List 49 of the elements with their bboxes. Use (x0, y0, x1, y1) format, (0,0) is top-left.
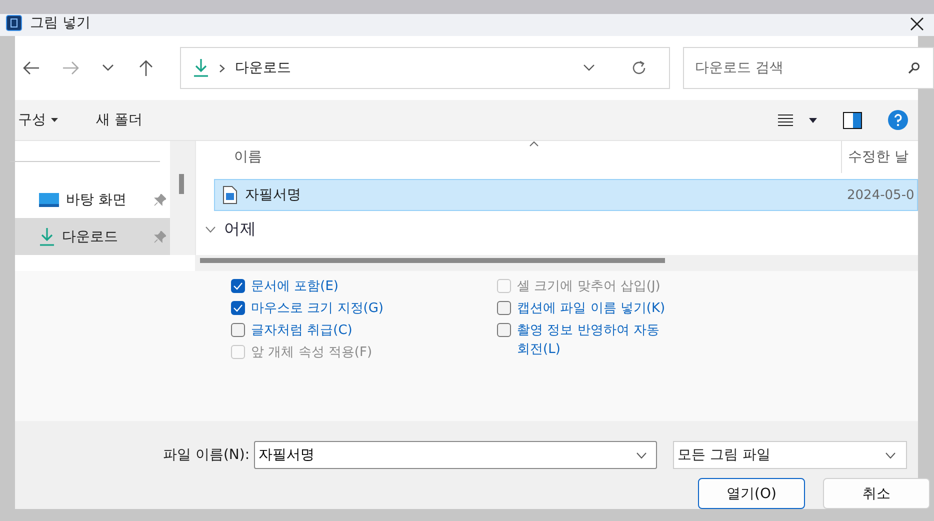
file-type-dropdown[interactable]: 모든 그림 파일 (672, 441, 907, 469)
scrollbar-thumb[interactable] (200, 258, 665, 263)
download-icon (39, 226, 55, 247)
desktop-icon (39, 192, 59, 208)
sort-up-icon (529, 141, 539, 147)
checkbox-option[interactable]: 문서에 포함(E) (231, 277, 401, 296)
search-icon (908, 62, 920, 74)
group-header: 어제 (224, 219, 256, 240)
chevron-down-icon[interactable] (205, 226, 216, 233)
pin-icon[interactable] (154, 194, 166, 206)
address-bar[interactable]: 다운로드 (180, 47, 670, 89)
check-icon (233, 282, 243, 290)
checkbox-option[interactable]: 촬영 정보 반영하여 자동 회전(L) (497, 321, 667, 359)
chevron-right-icon (219, 64, 225, 72)
open-button[interactable]: 열기(O) (698, 478, 805, 509)
checkbox-option[interactable]: 마우스로 크기 지정(G) (231, 299, 401, 318)
back-icon[interactable] (22, 60, 40, 76)
column-header[interactable]: 이름 (234, 148, 262, 166)
help-icon[interactable] (888, 110, 908, 130)
chevron-down-icon[interactable] (102, 64, 114, 72)
chevron-down-icon[interactable] (636, 452, 647, 459)
filename-label: 파일 이름(N): (163, 446, 250, 464)
column-header[interactable]: 수정한 날 (841, 141, 918, 173)
checkbox-option[interactable]: 글자처럼 취급(C) (231, 321, 401, 340)
chevron-down-icon (884, 452, 896, 458)
close-icon[interactable] (910, 17, 924, 31)
preview-pane-icon[interactable] (843, 112, 862, 128)
window-title: 그림 넣기 (30, 14, 90, 32)
caret-down-icon (51, 118, 58, 122)
image-file-icon (223, 186, 237, 204)
location-text: 다운로드 (235, 59, 291, 77)
app-icon (6, 15, 22, 31)
chevron-down-icon[interactable] (583, 64, 595, 72)
new-folder-button[interactable]: 새 폴더 (96, 109, 142, 131)
up-icon[interactable] (138, 59, 154, 77)
search-field[interactable]: 다운로드 검색 (683, 47, 934, 89)
check-icon (233, 304, 243, 312)
sidebar-item[interactable]: 다운로드 (15, 218, 170, 255)
scrollbar-thumb[interactable] (179, 174, 184, 194)
filename-field[interactable]: 자필서명 (254, 441, 657, 469)
organize-button[interactable]: 구성 (18, 109, 58, 131)
download-icon (193, 58, 209, 78)
sidebar-item[interactable]: 바탕 화면 (15, 182, 170, 218)
cancel-button[interactable]: 취소 (823, 478, 930, 509)
view-list-icon[interactable] (778, 114, 793, 126)
checkbox-option[interactable]: 캡션에 파일 이름 넣기(K) (497, 299, 667, 318)
caret-down-icon[interactable] (809, 118, 817, 122)
refresh-icon[interactable] (631, 60, 647, 76)
file-row[interactable]: 자필서명 2024-05-0 (214, 179, 918, 211)
